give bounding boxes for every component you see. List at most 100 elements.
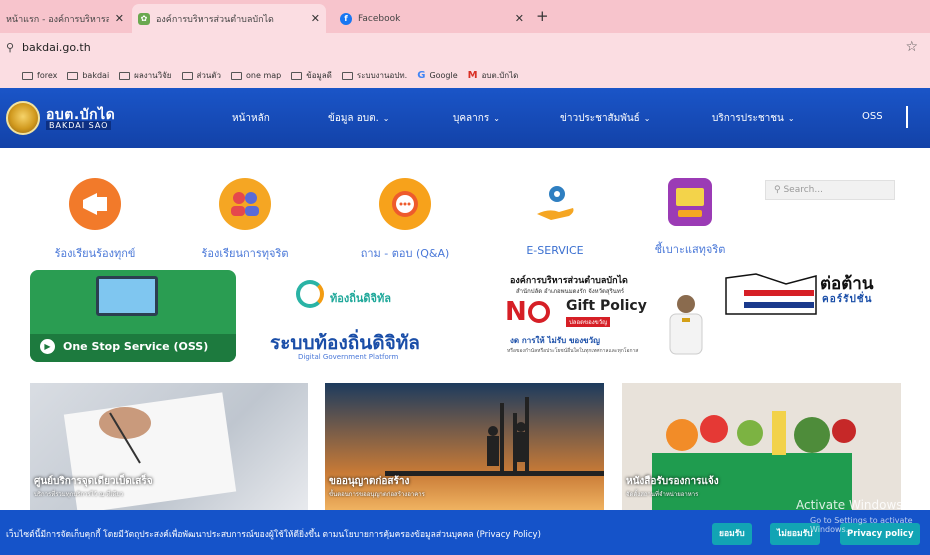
- news-subtitle: จัดตั้งสถานที่จำหน่ายอาหาร: [626, 491, 699, 498]
- bookmark-label: ส่วนตัว: [196, 71, 222, 80]
- no-gift-note: หรือของกำนัลหรือประโยชน์อื่นใดในทุกเทศกา…: [507, 348, 639, 354]
- news-title: หนังสือรับรองการแจ้ง: [626, 476, 719, 487]
- close-icon[interactable]: ✕: [115, 12, 124, 25]
- cookie-message: เว็บไซต์นี้มีการจัดเก็บคุกกี้ โดยมีวัตถุ…: [6, 530, 541, 540]
- report-icon: [668, 178, 712, 226]
- bookmark-item[interactable]: ข้อมูลดี: [291, 69, 332, 82]
- news-title: ศูนย์บริการจุดเดียวเบ็ดเสร็จ: [34, 476, 153, 487]
- tab-title: Facebook: [358, 13, 401, 24]
- no-gift-banner[interactable]: N: [505, 297, 550, 327]
- close-icon[interactable]: ✕: [311, 12, 320, 25]
- search-input[interactable]: ⚲ Search...: [765, 180, 895, 200]
- cookie-consent-bar: เว็บไซต์นี้มีการจัดเก็บคุกกี้ โดยมีวัตถุ…: [0, 510, 930, 555]
- folder-icon: [181, 71, 193, 80]
- chat-icon: [379, 178, 431, 230]
- service-label: ชี้เบาะแสทุจริต: [654, 243, 726, 256]
- bookmark-item[interactable]: G Google: [417, 70, 457, 81]
- local-digital-brand: ท้องถิ่นดิจิทัล: [330, 292, 391, 305]
- bookmark-label: bakdai: [82, 71, 110, 80]
- bookmark-item[interactable]: ส่วนตัว: [181, 69, 222, 82]
- no-gift-org: องค์การบริหารส่วนตำบลบักได: [510, 276, 628, 286]
- no-gift-title: Gift Policy: [566, 298, 647, 314]
- chevron-down-icon: ⌄: [382, 114, 390, 123]
- nav-item-home[interactable]: หน้าหลัก: [232, 111, 270, 126]
- windows-activation-watermark: Activate Windows: [796, 498, 903, 512]
- official-portrait: [669, 295, 703, 355]
- windows-activation-hint: Go to Settings to activate Windows.: [810, 516, 913, 534]
- nav-item-oss[interactable]: OSS: [862, 111, 883, 122]
- nav-label: บุคลากร: [453, 113, 490, 124]
- folder-icon: [231, 71, 243, 80]
- service-eservice[interactable]: E-SERVICE: [500, 178, 610, 257]
- accept-cookie-button[interactable]: ยอมรับ: [712, 523, 752, 545]
- news-subtitle: ขั้นตอนการขออนุญาตก่อสร้างอาคาร: [329, 491, 425, 498]
- no-gift-org-sub: สำนักปลัด อำเภอพนมดงรัก จังหวัดสุรินทร์: [516, 288, 625, 295]
- nav-label: ข่าวประชาสัมพันธ์: [560, 113, 640, 124]
- local-digital-subtitle: Digital Government Platform: [298, 353, 399, 361]
- news-card[interactable]: หนังสือรับรองการแจ้ง จัดตั้งสถานที่จำหน่…: [622, 383, 901, 511]
- service-label: ร้องเรียนการทุจริต: [201, 247, 289, 260]
- browser-tab[interactable]: หน้าแรก - องค์การบริหารส่วนตำบลบักได ✕: [0, 4, 130, 33]
- bookmarks-bar: forex bakdai ผลงานวิจัย ส่วนตัว one map …: [0, 63, 930, 88]
- bookmark-label: อบต.บักได: [481, 71, 519, 80]
- play-icon: ▶: [40, 339, 55, 354]
- nav-item-about[interactable]: ข้อมูล อบต. ⌄: [328, 111, 389, 126]
- service-report[interactable]: ชี้เบาะแสทุจริต: [635, 178, 745, 258]
- news-card[interactable]: ขออนุญาตก่อสร้าง ขั้นตอนการขออนุญาตก่อสร…: [325, 383, 604, 511]
- bookmark-item[interactable]: ระบบงานอปท.: [341, 69, 407, 82]
- nav-item-news[interactable]: ข่าวประชาสัมพันธ์ ⌄: [560, 111, 651, 126]
- bookmark-item[interactable]: one map: [231, 71, 281, 80]
- gear-hand-icon: [529, 178, 581, 230]
- oss-banner[interactable]: ▶ One Stop Service (OSS): [30, 270, 236, 362]
- site-favicon-icon: ✿: [138, 12, 150, 25]
- chevron-down-icon: ⌄: [787, 114, 795, 123]
- megaphone-icon: [69, 178, 121, 230]
- service-corruption[interactable]: ร้องเรียนการทุจริต: [190, 178, 300, 262]
- anti-corruption-subtitle: คอร์รัปชั่น: [822, 294, 873, 305]
- chevron-down-icon: ⌄: [493, 114, 500, 123]
- service-label: E-SERVICE: [526, 244, 584, 257]
- service-label: ร้องเรียนร้องทุกข์: [54, 247, 136, 260]
- folder-icon: [22, 71, 33, 80]
- facebook-icon: f: [340, 12, 352, 25]
- service-qa[interactable]: ถาม - ตอบ (Q&A): [350, 178, 460, 262]
- no-gift-slogan: งด การให้ ไม่รับ ของขวัญ: [510, 336, 600, 345]
- bookmark-label: ข้อมูลดี: [306, 71, 332, 80]
- browser-tab[interactable]: f Facebook ✕: [334, 4, 530, 33]
- bookmark-label: one map: [246, 71, 282, 80]
- new-tab-button[interactable]: +: [536, 7, 549, 25]
- bookmark-label: Google: [429, 71, 458, 80]
- tab-title: องค์การบริหารส่วนตำบลบักได: [156, 14, 274, 25]
- address-bar[interactable]: ⚲ bakdai.go.th ☆: [0, 33, 930, 63]
- search-icon: ⚲: [774, 185, 781, 195]
- site-logo-seal[interactable]: [6, 101, 40, 135]
- browser-tab-bar: หน้าแรก - องค์การบริหารส่วนตำบลบักได ✕ ✿…: [0, 0, 930, 33]
- no-gift-tag: ปลอดของขวัญ: [566, 317, 611, 327]
- close-icon[interactable]: ✕: [515, 12, 524, 25]
- service-complaint[interactable]: ร้องเรียนร้องทุกข์: [40, 178, 150, 262]
- bookmark-item[interactable]: M อบต.บักได: [468, 69, 519, 82]
- news-card[interactable]: ศูนย์บริการจุดเดียวเบ็ดเสร็จ บริการที่รว…: [30, 383, 308, 511]
- nav-item-personnel[interactable]: บุคลากร ⌄: [453, 111, 500, 126]
- site-info-icon[interactable]: ⚲: [6, 41, 14, 54]
- nav-item-services[interactable]: บริการประชาชน ⌄: [712, 111, 795, 126]
- bookmark-item[interactable]: ผลงานวิจัย: [119, 69, 172, 82]
- no-gift-letter: N: [505, 297, 527, 327]
- nav-label: OSS: [862, 111, 883, 122]
- folder-icon: [67, 71, 79, 80]
- computer-icon: [96, 276, 158, 316]
- folder-icon: [341, 71, 353, 80]
- folder-icon: [291, 71, 303, 80]
- nav-label: ข้อมูล อบต.: [328, 113, 379, 124]
- folder-icon: [119, 71, 131, 80]
- bookmark-item[interactable]: forex: [22, 71, 57, 80]
- bookmark-star-icon[interactable]: ☆: [905, 39, 918, 55]
- local-digital-logo: [296, 280, 324, 308]
- search-placeholder: Search...: [783, 185, 823, 195]
- bookmark-item[interactable]: bakdai: [67, 71, 109, 80]
- browser-tab-active[interactable]: ✿ องค์การบริหารส่วนตำบลบักได ✕: [132, 4, 326, 33]
- news-title: ขออนุญาตก่อสร้าง: [329, 476, 410, 487]
- url-text[interactable]: bakdai.go.th: [22, 41, 91, 54]
- site-header: อบต.บักได BAKDAI SAO หน้าหลัก ข้อมูล อบต…: [0, 88, 930, 148]
- news-subtitle: บริการที่รวมทุกบริการไว้ ณ ที่เดียว: [34, 491, 124, 498]
